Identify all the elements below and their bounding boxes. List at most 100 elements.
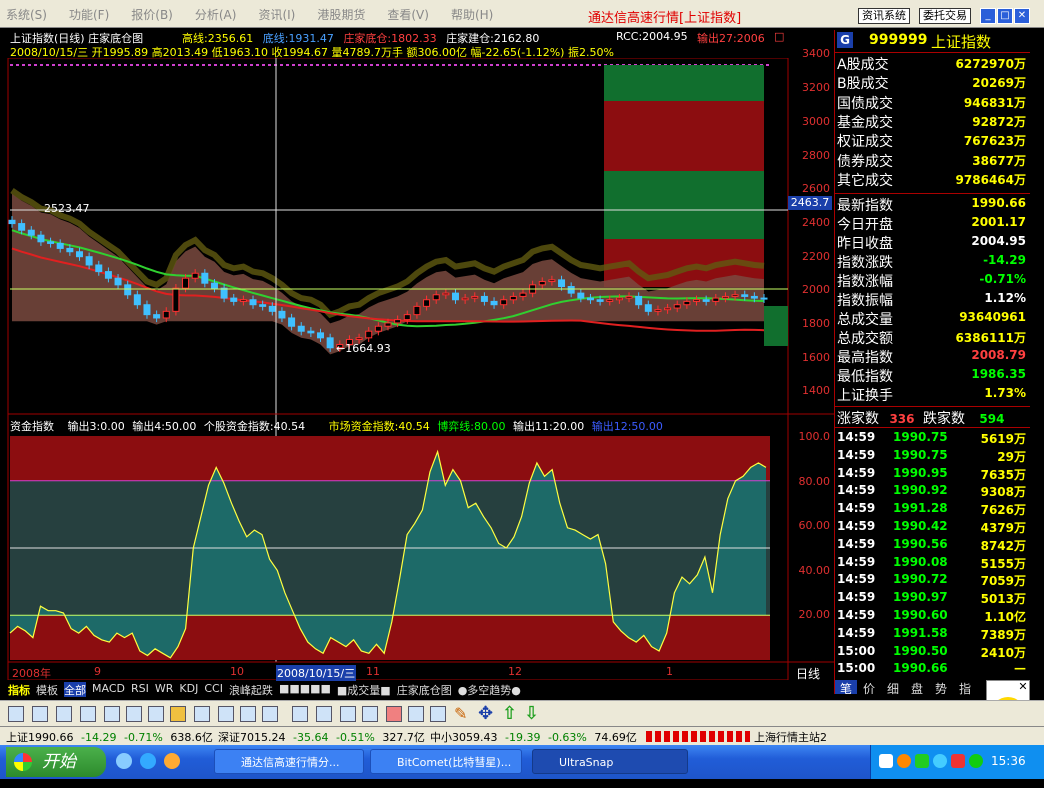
trade-button[interactable]: 委托交易 (919, 8, 971, 24)
pen-icon[interactable]: ✎ (454, 704, 467, 723)
tray-icon[interactable] (897, 754, 911, 768)
candle-body (27, 229, 35, 236)
volume-row-label: 权证成交 (837, 134, 893, 151)
tab-dealer[interactable]: 庄家底仓图 (397, 682, 452, 697)
tool-icon[interactable] (316, 706, 332, 722)
candle-body (355, 337, 363, 340)
start-button[interactable]: 开始 (6, 747, 106, 777)
tool-icon[interactable] (170, 706, 186, 722)
task-ultrasnap[interactable]: UltraSnap (532, 749, 688, 774)
tool-icon[interactable] (56, 706, 72, 722)
move-icon[interactable]: ✥ (478, 703, 493, 724)
app-title: 通达信高速行情[上证指数] (588, 11, 742, 26)
tab-detail[interactable]: 细 (881, 680, 905, 696)
menu-system[interactable]: 系统(S) (6, 6, 47, 24)
tray-icon[interactable] (951, 754, 965, 768)
tab-trend[interactable]: 势 (929, 680, 953, 696)
task-bitcomet[interactable]: BitComet(比特彗星)... (370, 749, 522, 774)
tab-blocks[interactable]: ■■■■■ (279, 682, 331, 697)
menu-hk-futures[interactable]: 港股期货 (317, 6, 365, 24)
tab-template[interactable]: 模板 (36, 682, 58, 697)
tray-icon[interactable] (933, 754, 947, 768)
menu-view[interactable]: 查看(V) (387, 6, 429, 24)
tab-volume[interactable]: ■成交量■ (337, 682, 391, 697)
sz-index-status[interactable]: 深证7015.24 -35.64 -0.51% 327.7亿 (218, 729, 425, 745)
tab-wave[interactable]: 浪峰起跌 (229, 682, 273, 697)
volume-row-label: B股成交 (837, 76, 889, 93)
tool-icon[interactable] (292, 706, 308, 722)
tab-tick[interactable]: 笔 (835, 680, 857, 696)
zx-index-status[interactable]: 中小3059.43 -19.39 -0.63% 74.69亿 (430, 729, 637, 745)
tab-book[interactable]: 盘 (905, 680, 929, 696)
tool-icon[interactable] (8, 706, 24, 722)
down-arrow-icon[interactable]: ⇩ (524, 703, 539, 724)
tray-icon[interactable] (915, 754, 929, 768)
tool-icon[interactable] (194, 706, 210, 722)
candle-body (471, 295, 479, 299)
tool-icon[interactable] (218, 706, 234, 722)
volume-row-value: 767623万 (963, 134, 1026, 149)
chart-option-icon[interactable]: □ (774, 30, 784, 43)
tool-icon[interactable] (148, 706, 164, 722)
menu-info[interactable]: 资讯(I) (258, 6, 295, 24)
task-tdx[interactable]: 通达信高速行情分... (214, 749, 364, 774)
candle-body (18, 223, 26, 231)
candle-body (683, 300, 691, 306)
candle-body (577, 292, 585, 299)
date-tick: 9 (94, 665, 101, 678)
desktop-icon[interactable] (116, 753, 132, 769)
period-label[interactable]: 日线 (796, 665, 820, 682)
tool-icon[interactable] (408, 706, 424, 722)
tool-icon[interactable] (430, 706, 446, 722)
up-arrow-icon[interactable]: ⇧ (502, 703, 517, 724)
tick-price: 1990.97 (893, 590, 948, 605)
tab-price[interactable]: 价 (857, 680, 881, 696)
tray-icon[interactable] (969, 754, 983, 768)
indicator-tick: 20.00 (798, 608, 831, 621)
menu-analysis[interactable]: 分析(A) (195, 6, 237, 24)
sh-index-status[interactable]: 上证1990.66 -14.29 -0.71% 638.6亿 (6, 729, 213, 745)
menu-list: 系统(S) 功能(F) 报价(B) 分析(A) 资讯(I) 港股期货 查看(V)… (6, 6, 515, 24)
output27-value: 输出27:2006 (697, 32, 765, 45)
tool-icon[interactable] (126, 706, 142, 722)
menu-quote[interactable]: 报价(B) (131, 6, 173, 24)
block-red-1 (604, 101, 764, 171)
tab-index[interactable]: 指 (953, 680, 977, 696)
maximize-icon[interactable]: □ (997, 8, 1013, 24)
menu-help[interactable]: 帮助(H) (451, 6, 493, 24)
tool-icon[interactable] (80, 706, 96, 722)
tab-wr[interactable]: WR (155, 682, 174, 697)
tool-icon[interactable] (32, 706, 48, 722)
tool-icon[interactable] (262, 706, 278, 722)
tool-icon[interactable] (340, 706, 356, 722)
system-tray: 15:36 (870, 745, 1044, 779)
candle-body (66, 247, 74, 253)
tab-trend[interactable]: ●多空趋势● (458, 682, 521, 697)
tab-cci[interactable]: CCI (204, 682, 223, 697)
date-tick: 11 (366, 665, 380, 678)
indicator-tick: 40.00 (798, 564, 831, 577)
tool-icon[interactable] (362, 706, 378, 722)
tab-all[interactable]: 全部 (64, 682, 86, 697)
candle-body (182, 277, 190, 289)
widget-close-icon[interactable]: ✕ (1017, 681, 1029, 693)
sz-amount: 327.7亿 (382, 731, 425, 744)
tab-indicator[interactable]: 指标 (8, 682, 30, 697)
close-icon[interactable]: ✕ (1014, 8, 1030, 24)
tab-kdj[interactable]: KDJ (179, 682, 198, 697)
ie-icon[interactable] (140, 753, 156, 769)
app-quicklaunch-icon[interactable] (164, 753, 180, 769)
tab-rsi[interactable]: RSI (131, 682, 149, 697)
tool-icon[interactable] (104, 706, 120, 722)
tab-macd[interactable]: MACD (92, 682, 125, 697)
tool-icon[interactable] (386, 706, 402, 722)
start-label: 开始 (42, 752, 76, 772)
stat-row: 最高指数 2008.79 (835, 347, 1030, 366)
tray-icon[interactable] (879, 754, 893, 768)
tick-volume: 1.10亿 (984, 610, 1026, 624)
news-system-button[interactable]: 资讯系统 (858, 8, 910, 24)
menu-function[interactable]: 功能(F) (69, 6, 109, 24)
sz-index: 深证7015.24 (218, 731, 286, 744)
tool-icon[interactable] (240, 706, 256, 722)
minimize-icon[interactable]: _ (980, 8, 996, 24)
